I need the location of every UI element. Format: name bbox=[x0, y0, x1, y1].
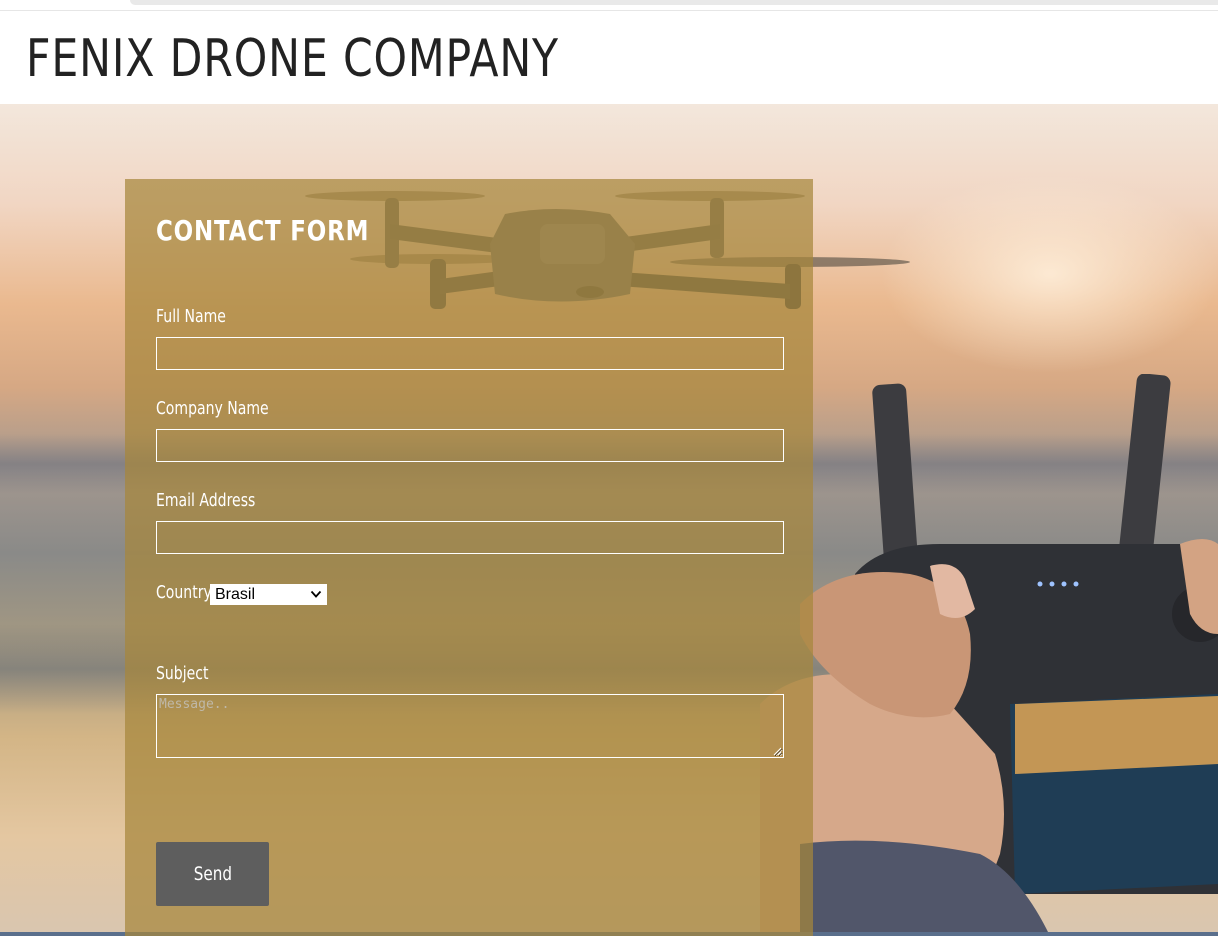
hero-background: CONTACT FORM Full Name Company Name Emai… bbox=[0, 104, 1218, 936]
sunset-glow bbox=[880, 174, 1218, 374]
contact-form: CONTACT FORM Full Name Company Name Emai… bbox=[125, 179, 813, 936]
browser-top-strip bbox=[0, 0, 1218, 11]
send-button-label: Send bbox=[193, 863, 232, 885]
company-name-label: Company Name bbox=[156, 398, 269, 419]
form-title: CONTACT FORM bbox=[156, 214, 370, 247]
send-button[interactable]: Send bbox=[156, 842, 269, 906]
subject-label: Subject bbox=[156, 663, 209, 684]
country-label: Country bbox=[156, 582, 212, 603]
full-name-label: Full Name bbox=[156, 306, 226, 327]
country-select[interactable]: Brasil bbox=[210, 584, 327, 605]
resize-grip-icon[interactable] bbox=[773, 747, 782, 756]
full-name-input[interactable] bbox=[156, 337, 784, 370]
email-address-label: Email Address bbox=[156, 490, 256, 511]
email-address-input[interactable] bbox=[156, 521, 784, 554]
site-title: FENIX DRONE COMPANY bbox=[26, 29, 559, 89]
company-name-input[interactable] bbox=[156, 429, 784, 462]
address-bar-edge bbox=[130, 0, 1218, 5]
country-selected-value: Brasil bbox=[215, 586, 256, 603]
chevron-down-icon bbox=[310, 590, 322, 598]
site-header: FENIX DRONE COMPANY bbox=[0, 11, 1218, 104]
subject-textarea[interactable] bbox=[156, 694, 784, 758]
controller-image bbox=[760, 374, 1218, 936]
